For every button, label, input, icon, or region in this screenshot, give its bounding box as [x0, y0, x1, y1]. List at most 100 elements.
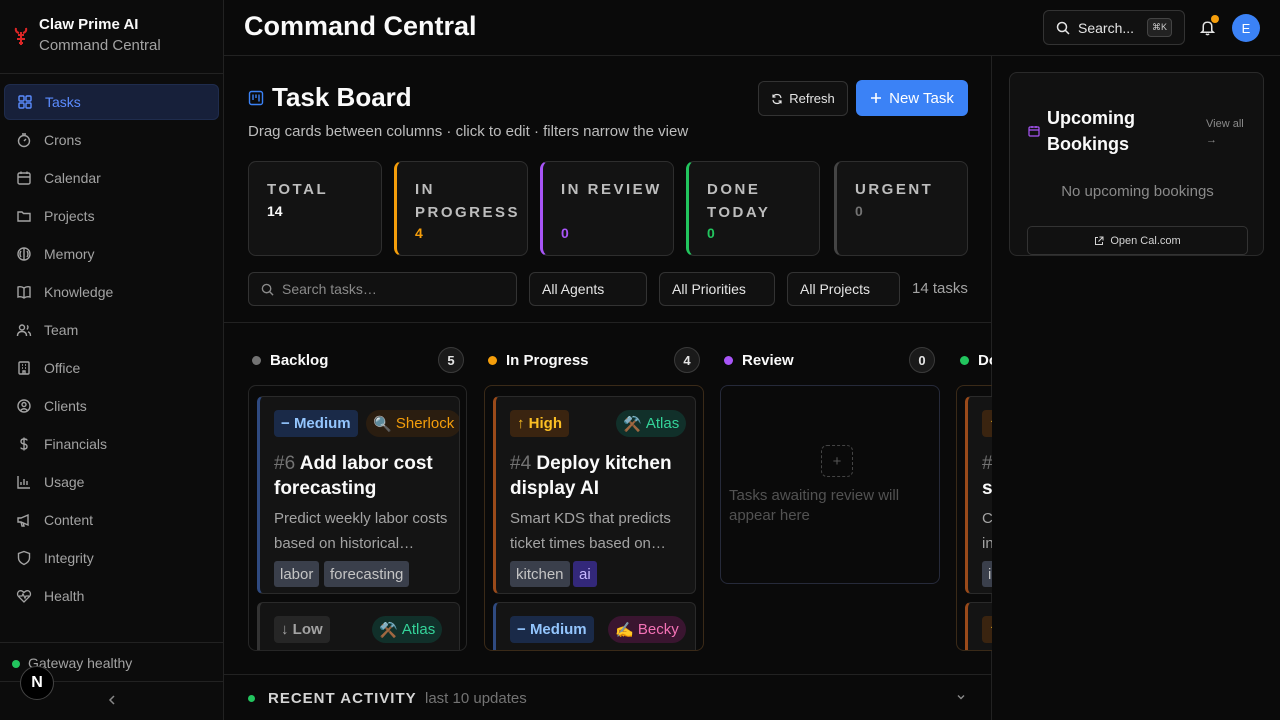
- book-icon: [17, 285, 31, 299]
- stat-total: TOTAL 14: [248, 161, 382, 256]
- sidebar-item-financials[interactable]: Financials: [4, 426, 219, 462]
- column-title: In Progress: [506, 352, 589, 369]
- chevron-down-icon[interactable]: [955, 691, 967, 703]
- folder-icon: [17, 211, 31, 222]
- n-badge[interactable]: N: [20, 666, 54, 700]
- task-card[interactable]: ↑ High ⚒️ Atlas #4 Deploy kitchen displa…: [493, 396, 696, 594]
- stat-done-today: DONE TODAY 0: [686, 161, 820, 256]
- column-dot: [724, 356, 733, 365]
- sidebar-item-usage[interactable]: Usage: [4, 464, 219, 500]
- sidebar-item-projects[interactable]: Projects: [4, 198, 219, 234]
- sidebar-item-integrity[interactable]: Integrity: [4, 540, 219, 576]
- task-card[interactable]: ↑: [965, 602, 992, 650]
- card-description: Cin: [982, 506, 992, 556]
- priority-label: Medium: [293, 415, 351, 432]
- refresh-button[interactable]: Refresh: [758, 81, 848, 116]
- sidebar-item-memory[interactable]: Memory: [4, 236, 219, 272]
- task-search-input[interactable]: Search tasks…: [248, 272, 517, 306]
- recent-activity-bar[interactable]: RECENT ACTIVITY last 10 updates: [224, 674, 992, 720]
- bar-chart-icon: [17, 476, 30, 489]
- brain-icon: [17, 247, 31, 261]
- kanban-icon: [248, 90, 264, 106]
- open-cal-button[interactable]: Open Cal.com: [1027, 226, 1248, 255]
- sidebar-item-calendar[interactable]: Calendar: [4, 160, 219, 196]
- status-dot: [248, 695, 255, 702]
- stat-label: IN PROGRESS: [415, 181, 521, 221]
- stat-value: 4: [415, 225, 423, 241]
- task-card[interactable]: ↓ Low ⚒️ Atlas: [257, 602, 460, 650]
- priority-filter-select[interactable]: All Priorities: [659, 272, 775, 306]
- heart-pulse-icon: [16, 590, 32, 603]
- users-icon: [16, 324, 32, 337]
- task-number: #6: [274, 453, 296, 474]
- agent-filter-select[interactable]: All Agents: [529, 272, 647, 306]
- task-count: 14 tasks: [912, 280, 968, 297]
- stat-label: TOTAL: [267, 181, 329, 198]
- search-icon: [1056, 21, 1070, 35]
- empty-state-text: Tasks awaiting review will appear here: [729, 487, 900, 524]
- writing-hand-icon: ✍️: [615, 621, 634, 639]
- sidebar-item-team[interactable]: Team: [4, 312, 219, 348]
- stat-value: 0: [707, 225, 715, 241]
- hammer-pick-icon: ⚒️: [379, 621, 398, 639]
- megaphone-icon: [17, 513, 29, 527]
- calendar-icon: [1028, 126, 1040, 137]
- calendar-icon: [17, 171, 31, 185]
- sidebar-item-crons[interactable]: Crons: [4, 122, 219, 158]
- stat-in-progress: IN PROGRESS 4: [394, 161, 528, 256]
- board-title: Task Board: [272, 82, 412, 112]
- priority-badge: ↑ High: [510, 410, 569, 437]
- top-header: Command Central Search... ⌘K E: [224, 0, 1280, 56]
- task-number: #: [982, 453, 992, 474]
- sidebar-item-office[interactable]: Office: [4, 350, 219, 386]
- project-filter-select[interactable]: All Projects: [787, 272, 900, 306]
- column-header-backlog: Backlog 5: [252, 346, 464, 376]
- card-title-text: Add labor cost forecasting: [274, 453, 433, 499]
- sidebar: Claw Prime AI Command Central Tasks Cron…: [0, 0, 224, 720]
- priority-label: Low: [292, 621, 323, 638]
- new-task-button[interactable]: New Task: [856, 80, 968, 116]
- sidebar-item-label: Usage: [44, 474, 85, 490]
- column-header-review: Review 0: [724, 346, 936, 376]
- tag: forecasting: [324, 561, 410, 587]
- sidebar-item-label: Team: [44, 322, 79, 338]
- sidebar-item-label: Knowledge: [44, 284, 114, 300]
- hammer-pick-icon: ⚒️: [623, 415, 642, 433]
- card-title-text: Deploy kitchen display AI: [510, 453, 672, 499]
- task-card[interactable]: ↑ #s Cin in: [965, 396, 992, 594]
- column-done: ↑ #s Cin in ↑: [956, 385, 992, 651]
- task-card[interactable]: − Medium 🔍 Sherlock #6 Add labor cost fo…: [257, 396, 460, 594]
- sidebar-item-label: Memory: [44, 246, 95, 262]
- sidebar-item-label: Office: [44, 360, 81, 376]
- grid-icon: [18, 95, 32, 109]
- sidebar-item-label: Integrity: [44, 550, 94, 566]
- card-title: # s: [982, 451, 992, 501]
- task-number: #4: [510, 453, 532, 474]
- column-dot: [488, 356, 497, 365]
- task-card[interactable]: − Medium ✍️ Becky: [493, 602, 696, 650]
- search-icon: [261, 283, 274, 296]
- sidebar-item-knowledge[interactable]: Knowledge: [4, 274, 219, 310]
- agent-badge: ⚒️ Atlas: [616, 410, 687, 437]
- column-backlog: − Medium 🔍 Sherlock #6 Add labor cost fo…: [248, 385, 467, 651]
- sidebar-item-label: Crons: [44, 132, 82, 148]
- activity-subtitle: last 10 updates: [425, 690, 527, 707]
- global-search-button[interactable]: Search... ⌘K: [1043, 10, 1185, 45]
- avatar[interactable]: E: [1232, 14, 1260, 42]
- stat-value: 14: [267, 203, 283, 219]
- sidebar-item-content[interactable]: Content: [4, 502, 219, 538]
- status-dot: [12, 660, 20, 668]
- sidebar-item-label: Health: [44, 588, 85, 604]
- sidebar-item-tasks[interactable]: Tasks: [4, 84, 219, 120]
- priority-badge: ↑: [982, 616, 992, 643]
- sidebar-item-clients[interactable]: Clients: [4, 388, 219, 424]
- column-review: + Tasks awaiting review will appear here: [720, 385, 940, 584]
- sidebar-item-health[interactable]: Health: [4, 578, 219, 614]
- card-description-line: in: [982, 535, 992, 552]
- view-all-link[interactable]: View all →: [1206, 116, 1250, 148]
- agent-label: Becky: [637, 621, 679, 638]
- priority-badge: − Medium: [510, 616, 594, 643]
- search-placeholder: Search tasks…: [282, 281, 377, 297]
- sidebar-item-label: Financials: [44, 436, 108, 452]
- chevron-left-icon[interactable]: [104, 692, 120, 708]
